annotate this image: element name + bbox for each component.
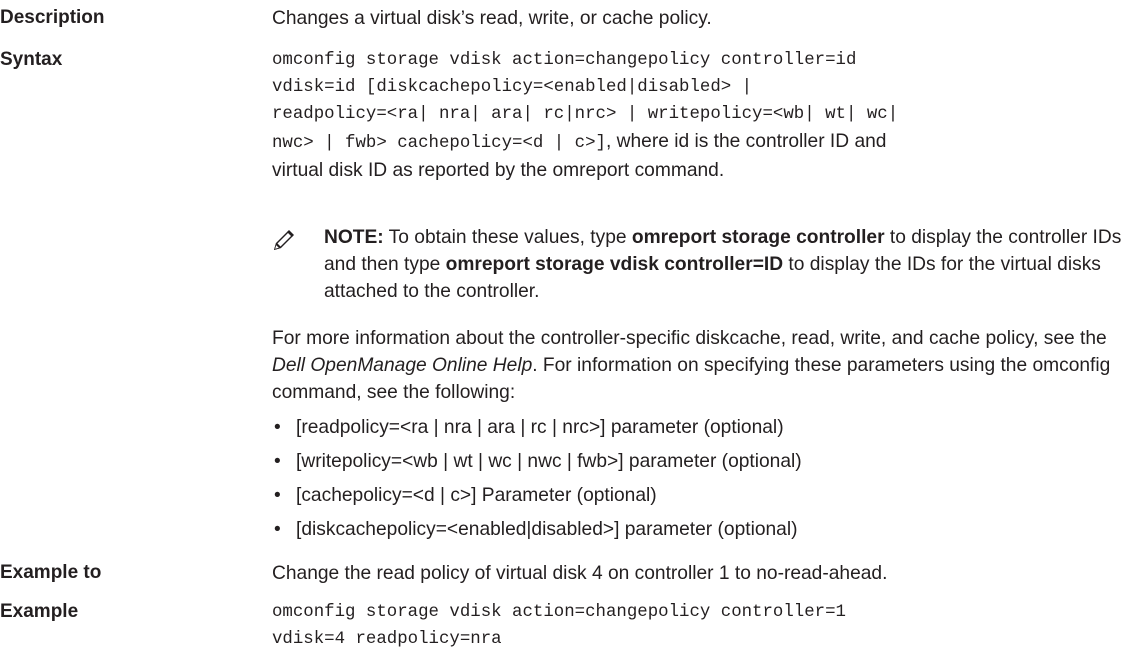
bullet-icon: • [274,451,281,472]
bullet-icon: • [274,485,281,506]
document-page: Description Changes a virtual disk’s rea… [0,0,1147,653]
syntax-code-tail: nwc> | fwb> cachepolicy=<d | c>] [272,134,606,153]
syntax-block: omconfig storage vdisk action=changepoli… [272,47,1139,184]
list-item-text: [readpolicy=<ra | nra | ara | rc | nrc>]… [296,417,784,438]
list-item-text: [writepolicy=<wb | wt | wc | nwc | fwb>]… [296,451,802,472]
note-text: NOTE: To obtain these values, type omrep… [324,224,1144,305]
bullet-icon: • [274,519,281,540]
example-code-line: omconfig storage vdisk action=changepoli… [272,603,846,622]
syntax-label: Syntax [0,49,63,70]
example-label: Example [0,601,79,622]
note-command: omreport storage vdisk controller=ID [445,254,784,275]
list-item-text: [cachepolicy=<d | c>] Parameter (optiona… [296,485,657,506]
bullet-icon: • [274,417,281,438]
syntax-code-line: readpolicy=<ra| nra| ara| rc|nrc> | writ… [272,105,899,124]
note-prefix: NOTE: [324,227,384,248]
pencil-note-icon [274,230,294,250]
list-item: • [writepolicy=<wb | wt | wc | nwc | fwb>… [272,448,1138,482]
more-info-paragraph: For more information about the controlle… [272,325,1138,406]
syntax-code-line: vdisk=id [diskcachepolicy=<enabled|disab… [272,78,753,97]
list-item: • [diskcachepolicy=<enabled|disabled>] pa… [272,516,1138,550]
list-item: • [readpolicy=<ra | nra | ara | rc | nrc>… [272,414,1138,448]
online-help-title: Dell OpenManage Online Help [272,355,533,376]
list-item-text: [diskcachepolicy=<enabled|disabled>] par… [296,519,798,540]
list-item: • [cachepolicy=<d | c>] Parameter (option… [272,482,1138,516]
example-code-block: omconfig storage vdisk action=changepoli… [272,599,1139,653]
syntax-code-line: omconfig storage vdisk action=changepoli… [272,51,857,70]
note-text-part: To obtain these values, type [383,227,632,248]
example-to-text: Change the read policy of virtual disk 4… [272,563,888,584]
more-info-text: For more information about the controlle… [272,328,1107,349]
syntax-trail-text-2: virtual disk ID as reported by the omrep… [272,160,725,181]
description-text: Changes a virtual disk’s read, write, or… [272,8,712,29]
syntax-code-line-last: nwc> | fwb> cachepolicy=<d | c>], where … [272,128,1139,157]
example-to-label: Example to [0,562,102,583]
example-code-line: vdisk=4 readpolicy=nra [272,630,502,649]
note-command: omreport storage controller [631,227,885,248]
syntax-trail-text: , where id is the controller ID and [605,131,887,152]
parameter-list: • [readpolicy=<ra | nra | ara | rc | nrc>… [272,414,1138,550]
description-label: Description [0,7,105,28]
